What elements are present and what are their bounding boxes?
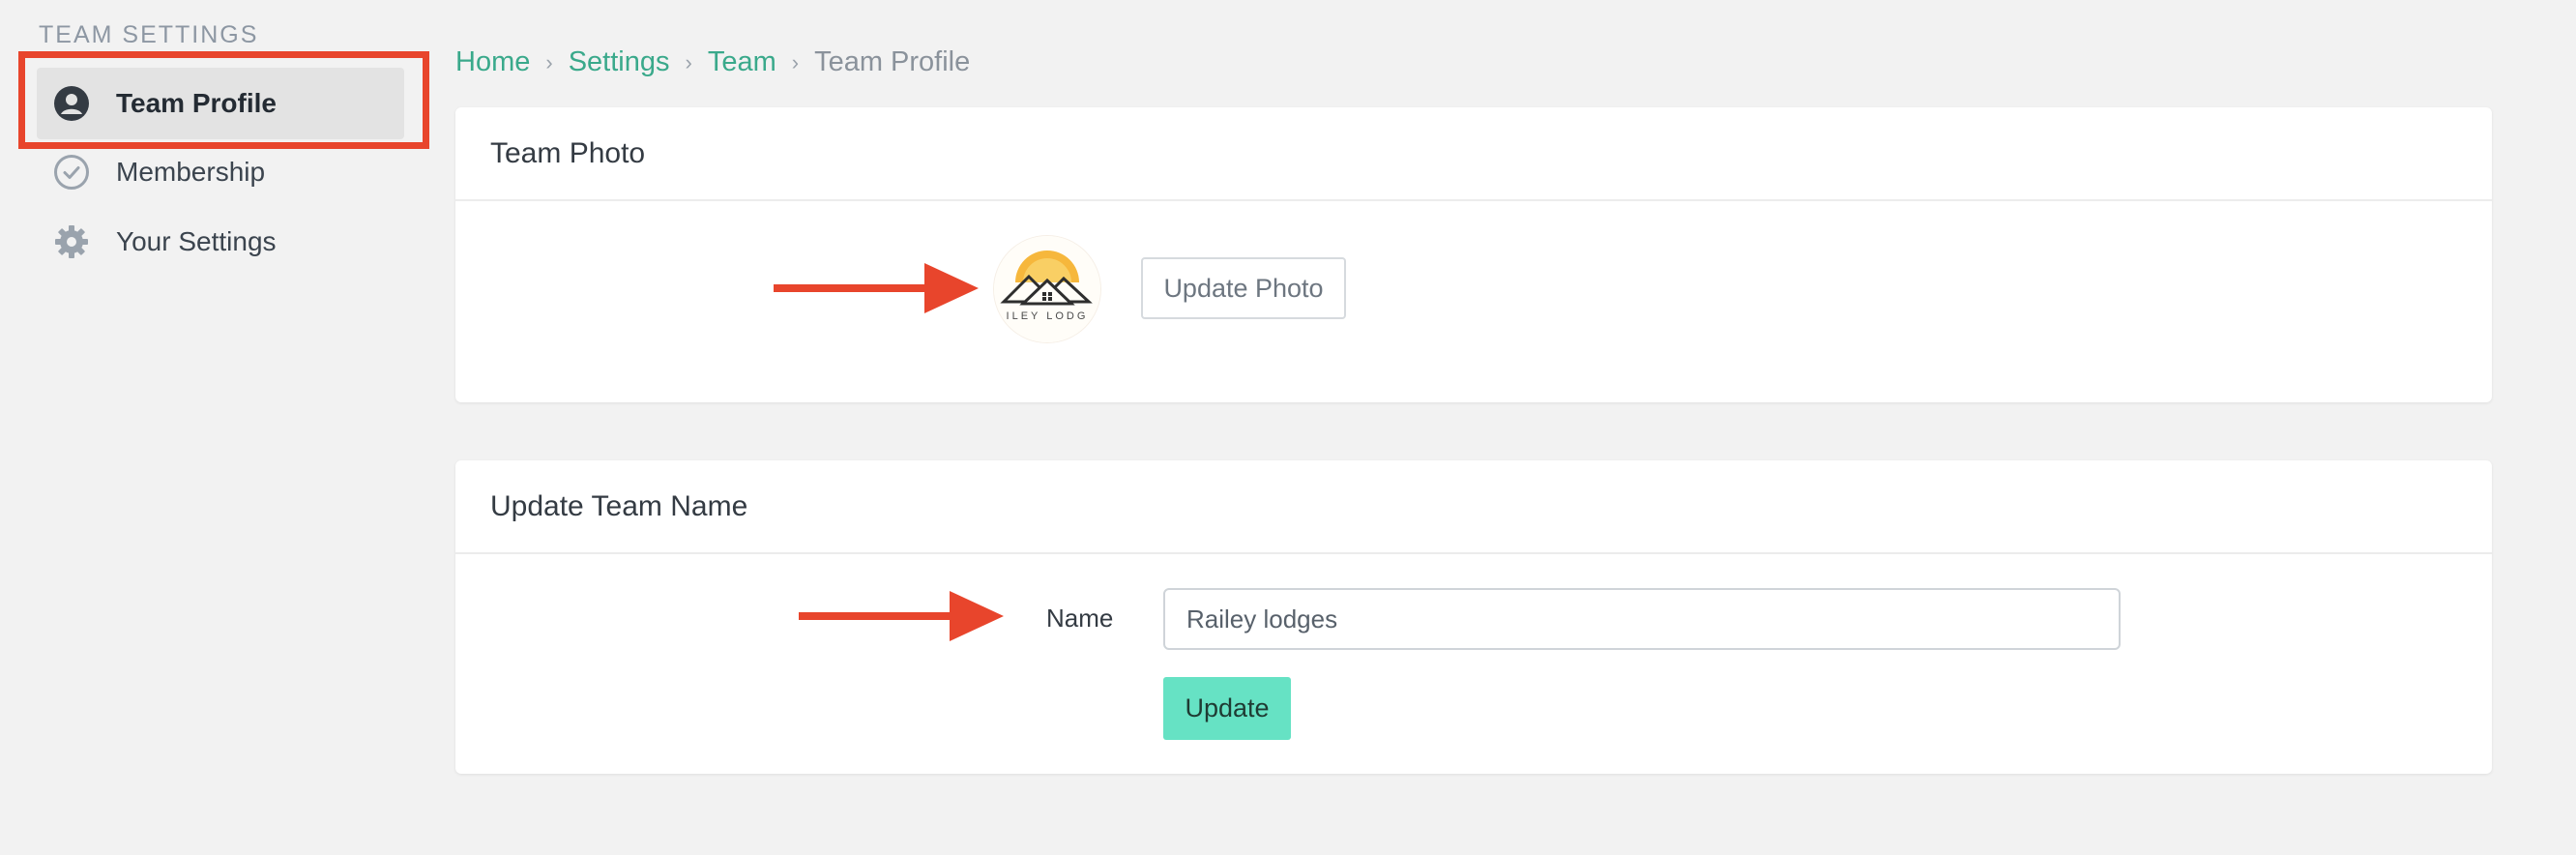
breadcrumb-home-link[interactable]: Home: [455, 46, 530, 78]
sidebar-item-label: Membership: [116, 157, 266, 187]
chevron-right-icon: ›: [685, 49, 692, 74]
update-photo-button[interactable]: Update Photo: [1141, 257, 1346, 319]
team-avatar: ILEY LODG: [994, 236, 1100, 342]
breadcrumb-team-link[interactable]: Team: [708, 46, 776, 78]
check-circle-icon: [52, 153, 91, 192]
breadcrumb: Home › Settings › Team › Team Profile: [455, 46, 970, 78]
breadcrumb-settings-link[interactable]: Settings: [569, 46, 670, 78]
sidebar-heading: TEAM SETTINGS: [39, 21, 259, 48]
update-button[interactable]: Update: [1163, 677, 1291, 740]
gear-icon: [52, 222, 91, 261]
card-title: Update Team Name: [455, 460, 2492, 554]
sidebar-item-your-settings[interactable]: Your Settings: [37, 206, 404, 278]
annotation-arrow-icon: [774, 263, 979, 313]
annotation-highlight-box: [18, 51, 429, 149]
chevron-right-icon: ›: [791, 49, 800, 74]
chevron-right-icon: ›: [545, 49, 553, 74]
team-photo-card: Team Photo: [455, 107, 2492, 402]
team-name-input[interactable]: [1163, 588, 2121, 650]
name-field-label: Name: [1046, 604, 1114, 633]
breadcrumb-current: Team Profile: [814, 46, 971, 77]
annotation-arrow-icon: [799, 591, 1004, 641]
team-logo-icon: ILEY LODG: [994, 236, 1100, 342]
sidebar: TEAM SETTINGS Team Profile Membership Yo…: [0, 0, 435, 855]
logo-text: ILEY LODG: [1007, 310, 1089, 322]
card-title: Team Photo: [455, 107, 2492, 201]
sidebar-item-label: Your Settings: [116, 226, 277, 256]
